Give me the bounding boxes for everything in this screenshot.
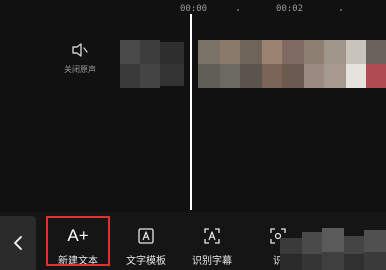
clip-thumbnail — [140, 40, 160, 64]
text-template-button[interactable]: 文字模板 — [114, 218, 178, 268]
back-button[interactable] — [0, 216, 36, 270]
ruler-tick — [340, 9, 342, 11]
clip-thumbnail — [140, 64, 160, 88]
clip-thumbnail — [346, 64, 366, 88]
new-text-button[interactable]: A+ 新建文本 — [46, 218, 110, 268]
clip-thumbnail — [262, 64, 282, 88]
clip-thumbnail — [282, 64, 304, 88]
recognize-subtitles-button[interactable]: 识别字幕 — [180, 218, 244, 268]
ruler-time-label: 00:02 — [276, 4, 304, 14]
recognize-subtitles-label: 识别字幕 — [192, 256, 232, 267]
clip-thumbnail — [324, 64, 346, 88]
clip-thumbnail — [120, 40, 140, 64]
clip-thumbnail — [198, 40, 220, 64]
clip-thumbnail — [220, 64, 240, 88]
clip-thumbnail — [304, 64, 324, 88]
clip-thumbnail — [366, 64, 386, 88]
clip-thumbnail — [282, 40, 304, 64]
clip-thumbnail — [262, 40, 282, 64]
clip-thumbnail — [220, 40, 240, 64]
clip-thumbnail — [240, 64, 262, 88]
ruler-tick — [237, 9, 239, 11]
clip-thumbnail — [198, 64, 220, 88]
playhead[interactable] — [190, 14, 192, 210]
timeline-ruler: 00:00 00:02 — [0, 0, 386, 20]
clip-thumbnail — [240, 40, 262, 64]
obscured-region — [280, 228, 386, 270]
clip-thumbnail — [366, 40, 386, 64]
clip-thumbnail — [160, 64, 184, 86]
clip-thumbnail — [324, 40, 346, 64]
chevron-left-icon — [14, 236, 22, 250]
text-template-icon — [137, 224, 155, 248]
clip-thumbnail — [120, 64, 140, 88]
recognize-subtitles-icon — [203, 224, 221, 248]
clip-thumbnail — [346, 40, 366, 64]
add-text-icon: A+ — [67, 224, 88, 248]
clip-thumbnail — [304, 40, 324, 64]
new-text-label: 新建文本 — [58, 256, 98, 267]
add-text-glyph: A+ — [67, 226, 89, 245]
text-template-label: 文字模板 — [126, 256, 166, 267]
mute-original-audio-button[interactable]: 关闭原声 — [60, 42, 100, 82]
ruler-time-label: 00:00 — [180, 4, 208, 14]
mute-original-audio-label: 关闭原声 — [64, 65, 96, 74]
clip-thumbnail — [160, 42, 184, 64]
video-clip-track[interactable] — [118, 40, 386, 90]
speaker-muted-icon — [72, 43, 88, 57]
